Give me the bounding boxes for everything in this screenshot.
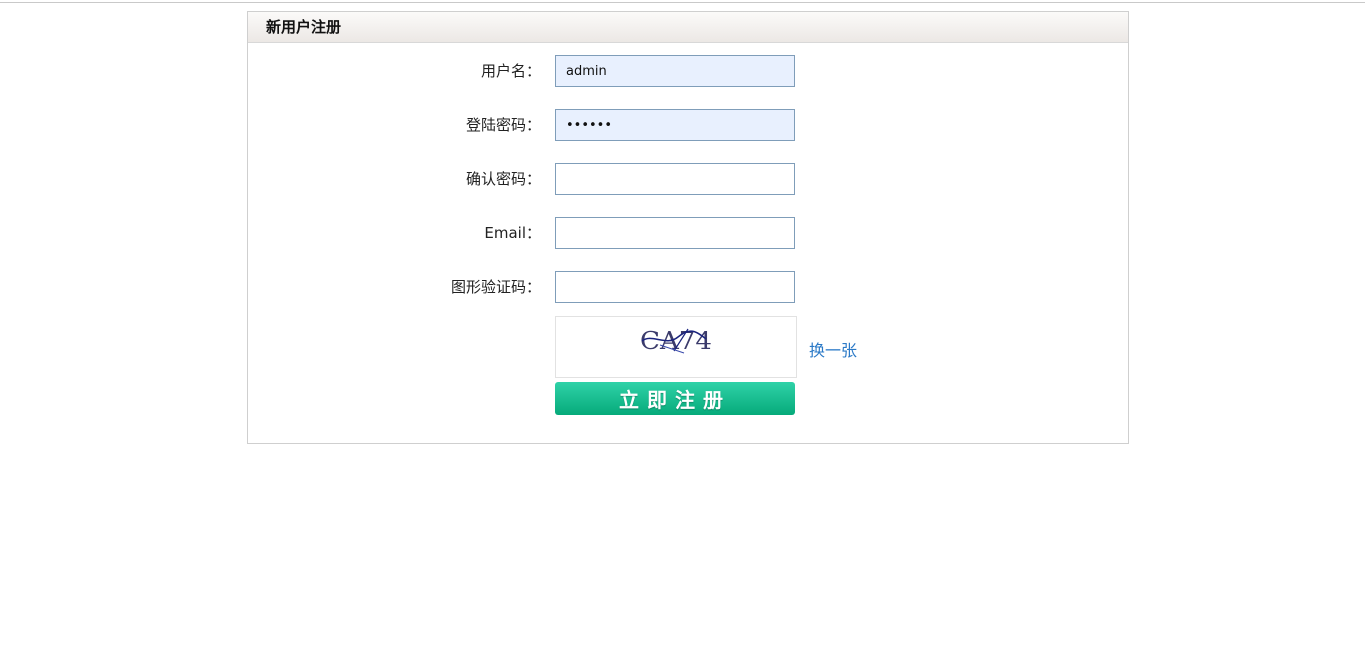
password-row: 登陆密码： [248,109,1128,141]
top-divider [0,2,1365,3]
password-label: 登陆密码： [465,116,541,134]
confirm-password-row: 确认密码： [248,163,1128,195]
register-button[interactable]: 立即注册 [555,382,795,415]
captcha-graphic: CA74 [640,327,712,355]
refresh-captcha-link[interactable]: 换一张 [809,337,857,361]
email-row: Email： [248,217,1128,249]
captcha-input[interactable] [555,271,795,303]
password-input[interactable] [555,109,795,141]
panel-title: 新用户注册 [248,12,1128,43]
username-input[interactable] [555,55,795,87]
username-label: 用户名： [480,62,541,80]
captcha-row: 图形验证码： [248,271,1128,303]
register-panel: 新用户注册 用户名： 登陆密码： 确认密码： Email： 图形验证码： CA7… [247,11,1129,444]
captcha-image[interactable]: CA74 [555,316,797,378]
confirm-password-input[interactable] [555,163,795,195]
email-label: Email： [484,224,541,242]
confirm-password-label: 确认密码： [465,170,541,188]
captcha-label: 图形验证码： [450,278,541,296]
username-row: 用户名： [248,55,1128,87]
email-input[interactable] [555,217,795,249]
